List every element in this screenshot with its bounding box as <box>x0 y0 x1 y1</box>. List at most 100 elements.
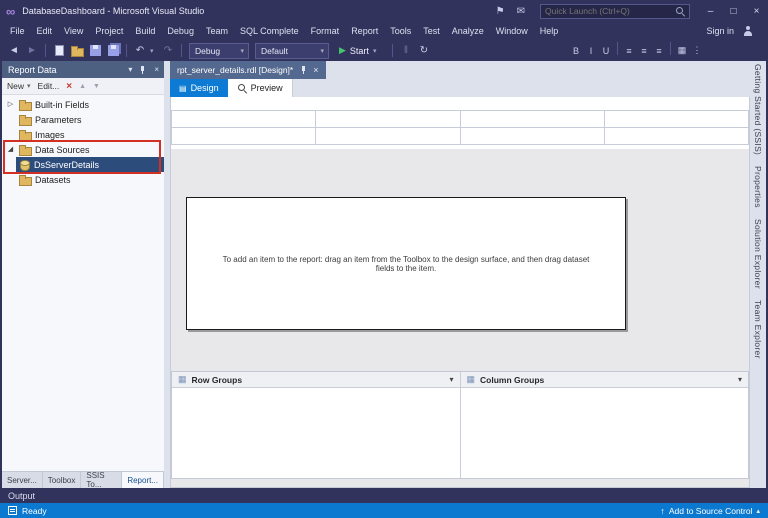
user-avatar-icon[interactable] <box>742 25 754 37</box>
document-tab[interactable]: rpt_server_details.rdl [Design]* × <box>170 61 326 79</box>
menu-project[interactable]: Project <box>89 22 129 40</box>
save-button[interactable] <box>87 42 103 59</box>
menu-sql-complete[interactable]: SQL Complete <box>234 22 305 40</box>
panel-tab-report-data[interactable]: Report... <box>122 472 164 488</box>
chevron-down-icon[interactable]: ▾ <box>738 375 742 384</box>
table-cell[interactable] <box>605 111 749 128</box>
new-file-button[interactable] <box>51 42 67 59</box>
tab-design[interactable]: ▤ Design <box>170 79 228 97</box>
notifications-flag-icon[interactable]: ⚑ <box>496 6 505 17</box>
tree-item-images[interactable]: Images <box>2 127 164 142</box>
tree-item-data-sources[interactable]: ◢ Data Sources <box>2 142 164 157</box>
navigate-forward-button[interactable]: ► <box>24 42 40 59</box>
new-button[interactable]: New ▾ <box>7 81 31 91</box>
design-icon: ▤ <box>179 84 187 93</box>
output-panel-tab[interactable]: Output <box>0 488 768 503</box>
tab-preview[interactable]: Preview <box>228 79 293 97</box>
close-panel-icon[interactable]: × <box>154 66 159 74</box>
edit-button-label: Edit... <box>38 81 60 91</box>
menu-file[interactable]: File <box>4 22 31 40</box>
refresh-button[interactable]: ↻ <box>416 42 432 59</box>
design-surface[interactable]: To add an item to the report: drag an it… <box>170 97 750 488</box>
report-table-grid <box>171 110 749 145</box>
panel-tab-ssis-toolbox[interactable]: SSIS To... <box>81 472 122 488</box>
edit-button[interactable]: Edit... <box>38 81 60 91</box>
menu-test[interactable]: Test <box>417 22 446 40</box>
sign-in-link[interactable]: Sign in <box>700 22 742 40</box>
minimize-button[interactable]: – <box>699 0 722 22</box>
align-center-button[interactable]: ≡ <box>637 42 651 59</box>
tree-item-dsserverdetails[interactable]: DsServerDetails <box>16 157 164 172</box>
table-cell[interactable] <box>461 111 605 128</box>
menu-team[interactable]: Team <box>200 22 234 40</box>
menu-debug[interactable]: Debug <box>161 22 200 40</box>
menu-format[interactable]: Format <box>305 22 346 40</box>
tree-item-parameters[interactable]: Parameters <box>2 112 164 127</box>
move-down-button[interactable]: ▼ <box>93 83 100 90</box>
italic-button[interactable]: I <box>584 42 598 59</box>
expander-collapsed-icon[interactable]: ▷ <box>6 101 15 108</box>
menu-window[interactable]: Window <box>490 22 534 40</box>
open-file-button[interactable] <box>69 42 85 59</box>
table-cell[interactable] <box>461 128 605 145</box>
row-groups-list[interactable] <box>172 388 460 478</box>
row-groups-header: ▦ Row Groups ▾ <box>172 372 460 387</box>
table-cell[interactable] <box>316 128 460 145</box>
menu-help[interactable]: Help <box>534 22 565 40</box>
panel-tab-server-explorer[interactable]: Server... <box>2 472 43 488</box>
open-folder-icon <box>71 45 83 56</box>
column-groups-list[interactable] <box>460 388 749 478</box>
table-cell[interactable] <box>172 111 316 128</box>
feedback-icon[interactable]: ✉ <box>517 6 525 17</box>
folder-icon <box>19 99 31 110</box>
pin-icon[interactable] <box>139 65 147 75</box>
table-cell[interactable] <box>172 128 316 145</box>
start-debug-button[interactable]: ▶ Start ▾ <box>333 45 387 56</box>
undo-button[interactable]: ↶ <box>132 42 148 59</box>
pause-button[interactable]: ‖ <box>398 42 414 59</box>
add-to-source-control-button[interactable]: ↑ Add to Source Control ▴ <box>660 506 760 516</box>
menu-report[interactable]: Report <box>345 22 384 40</box>
toolbar-separator <box>45 44 46 57</box>
delete-button[interactable]: × <box>66 81 72 92</box>
menu-analyze[interactable]: Analyze <box>446 22 490 40</box>
navigate-backward-button[interactable]: ◄ <box>6 42 22 59</box>
bold-button[interactable]: B <box>569 42 583 59</box>
side-tab-team-explorer[interactable]: Team Explorer <box>753 300 763 359</box>
solution-configuration-combo[interactable]: Debug ▾ <box>189 43 249 59</box>
panel-tab-toolbox[interactable]: Toolbox <box>43 472 82 488</box>
redo-button[interactable]: ↷ <box>160 42 176 59</box>
close-button[interactable]: × <box>745 0 768 22</box>
toolbar-overflow-button[interactable]: ⋮ <box>690 42 704 59</box>
solution-platform-combo[interactable]: Default ▾ <box>255 43 329 59</box>
design-tab-label: Design <box>191 83 219 93</box>
side-tab-getting-started[interactable]: Getting Started (SSIS) <box>753 64 763 155</box>
window-position-chevron-icon[interactable]: ▾ <box>128 66 132 74</box>
menu-edit[interactable]: Edit <box>31 22 59 40</box>
pin-icon[interactable] <box>300 65 308 75</box>
tree-item-datasets[interactable]: Datasets <box>2 172 164 187</box>
tree-item-built-in-fields[interactable]: ▷ Built-in Fields <box>2 97 164 112</box>
table-cell[interactable] <box>316 111 460 128</box>
menu-tools[interactable]: Tools <box>384 22 417 40</box>
underline-button[interactable]: U <box>599 42 613 59</box>
save-all-button[interactable] <box>105 42 121 59</box>
expander-expanded-icon[interactable]: ◢ <box>6 146 15 153</box>
tree-item-label: Data Sources <box>35 145 90 155</box>
borders-button[interactable]: ▦ <box>675 42 689 59</box>
table-cell[interactable] <box>605 128 749 145</box>
chevron-down-icon[interactable]: ▾ <box>449 375 453 384</box>
report-body-placeholder[interactable]: To add an item to the report: drag an it… <box>186 197 626 330</box>
align-left-button[interactable]: ≡ <box>622 42 636 59</box>
side-tab-properties[interactable]: Properties <box>753 166 763 208</box>
menu-view[interactable]: View <box>58 22 89 40</box>
close-tab-icon[interactable]: × <box>313 65 318 75</box>
align-right-button[interactable]: ≡ <box>652 42 666 59</box>
side-tab-solution-explorer[interactable]: Solution Explorer <box>753 219 763 289</box>
undo-dropdown[interactable]: ▾ <box>150 47 158 55</box>
maximize-button[interactable]: □ <box>722 0 745 22</box>
add-to-source-control-label: Add to Source Control <box>669 506 753 516</box>
move-up-button[interactable]: ▲ <box>79 83 86 90</box>
quick-launch-input[interactable] <box>545 6 675 16</box>
menu-build[interactable]: Build <box>129 22 161 40</box>
